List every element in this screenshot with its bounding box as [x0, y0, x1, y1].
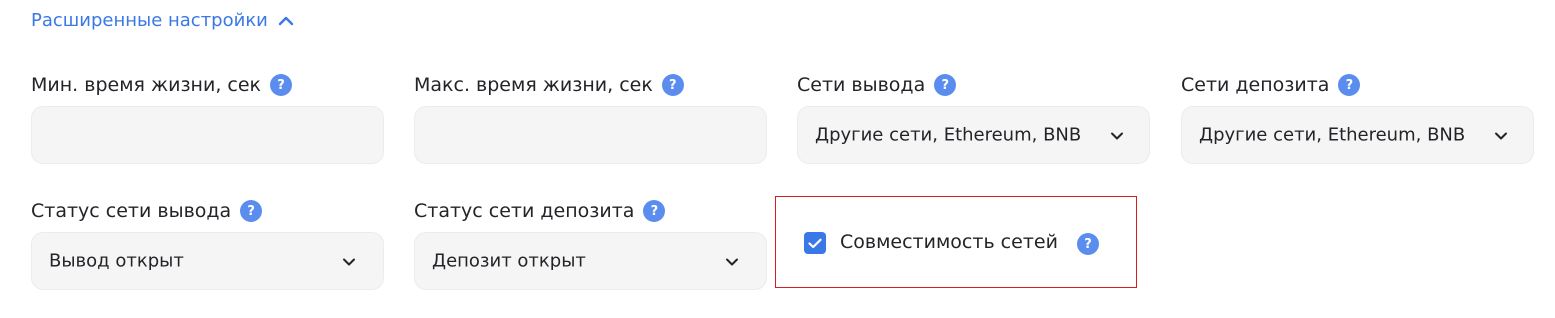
- advanced-settings-label: Расширенные настройки: [31, 10, 268, 31]
- chevron-down-icon: [1494, 126, 1508, 145]
- network-compatibility-highlight: Совместимость сетей ?: [775, 196, 1137, 288]
- withdraw-status-value: Вывод открыт: [49, 250, 184, 272]
- deposit-status-label: Статус сети депозита: [414, 200, 635, 222]
- withdraw-status-field: Статус сети вывода ? Вывод открыт: [31, 199, 384, 290]
- withdraw-networks-field: Сети вывода ? Другие сети, Ethereum, BNB: [797, 73, 1150, 164]
- deposit-networks-label: Сети депозита: [1181, 74, 1330, 96]
- chevron-down-icon: [725, 252, 739, 271]
- question-circle-icon[interactable]: ?: [661, 74, 684, 96]
- question-circle-icon[interactable]: ?: [643, 200, 666, 222]
- chevron-down-icon: [342, 252, 356, 271]
- question-circle-icon[interactable]: ?: [1077, 233, 1099, 255]
- min-lifetime-label: Мин. время жизни, сек: [31, 74, 262, 96]
- question-circle-icon[interactable]: ?: [270, 74, 293, 96]
- network-compatibility-checkbox[interactable]: [804, 232, 826, 254]
- network-compatibility-label: Совместимость сетей: [840, 231, 1058, 253]
- question-circle-icon[interactable]: ?: [240, 200, 263, 222]
- max-lifetime-input[interactable]: [414, 106, 767, 164]
- withdraw-networks-select[interactable]: Другие сети, Ethereum, BNB: [797, 106, 1150, 164]
- chevron-down-icon: [1110, 126, 1124, 145]
- question-circle-icon[interactable]: ?: [934, 74, 957, 96]
- chevron-up-icon: [278, 16, 294, 26]
- withdraw-networks-value: Другие сети, Ethereum, BNB: [815, 124, 1082, 146]
- deposit-networks-select[interactable]: Другие сети, Ethereum, BNB: [1181, 106, 1534, 164]
- max-lifetime-field: Макс. время жизни, сек ?: [414, 73, 767, 164]
- deposit-networks-field: Сети депозита ? Другие сети, Ethereum, B…: [1181, 73, 1534, 164]
- withdraw-status-select[interactable]: Вывод открыт: [31, 232, 384, 290]
- deposit-networks-value: Другие сети, Ethereum, BNB: [1199, 124, 1466, 146]
- min-lifetime-field: Мин. время жизни, сек ?: [31, 73, 384, 164]
- max-lifetime-label: Макс. время жизни, сек: [414, 74, 653, 96]
- deposit-status-value: Депозит открыт: [432, 250, 586, 272]
- min-lifetime-input[interactable]: [31, 106, 384, 164]
- deposit-status-field: Статус сети депозита ? Депозит открыт: [414, 199, 767, 290]
- advanced-settings-toggle[interactable]: Расширенные настройки: [31, 10, 294, 31]
- withdraw-networks-label: Сети вывода: [797, 74, 926, 96]
- checkmark-icon: [808, 238, 822, 248]
- withdraw-status-label: Статус сети вывода: [31, 200, 232, 222]
- deposit-status-select[interactable]: Депозит открыт: [414, 232, 767, 290]
- question-circle-icon[interactable]: ?: [1338, 74, 1361, 96]
